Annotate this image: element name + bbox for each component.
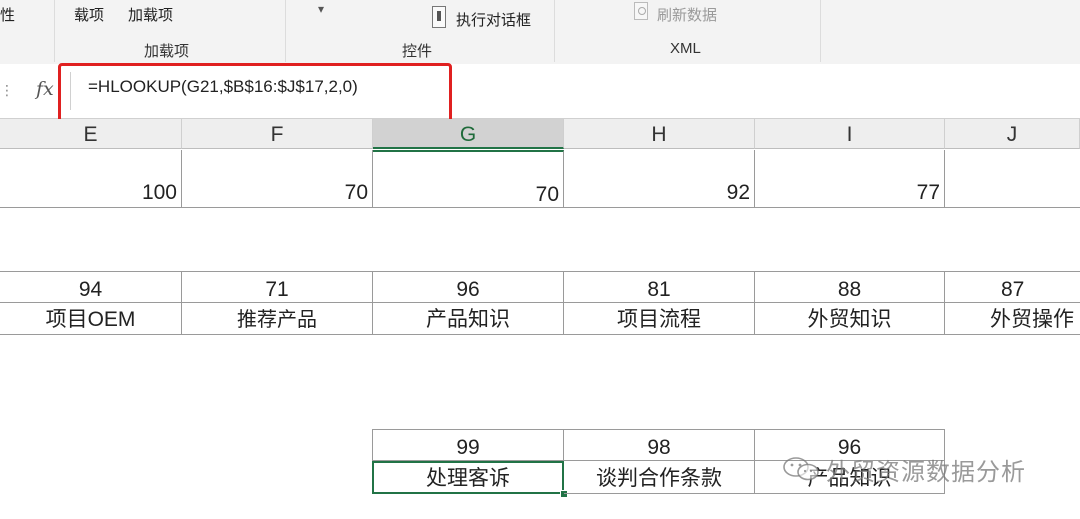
column-header-f[interactable]: F xyxy=(182,119,373,149)
ribbon-separator xyxy=(285,0,286,62)
cell-g-top[interactable]: 70 xyxy=(373,150,564,208)
result-score-cell[interactable]: 99 xyxy=(372,429,564,461)
wechat-icon xyxy=(783,457,819,481)
ribbon-load-item[interactable]: 载项 xyxy=(74,4,104,25)
cell-e-top[interactable]: 100 xyxy=(0,150,182,208)
table-score-cell[interactable]: 81 xyxy=(564,271,755,303)
table-name-cell[interactable]: 产品知识 xyxy=(373,303,564,335)
refresh-icon xyxy=(634,2,648,20)
ribbon-addins-item[interactable]: 加载项 xyxy=(128,4,173,25)
column-header-j[interactable]: J xyxy=(945,119,1080,149)
result-name-cell[interactable]: 谈判合作条款 xyxy=(564,461,755,494)
watermark-text: 外贸资源数据分析 xyxy=(826,459,1026,486)
column-header-h[interactable]: H xyxy=(564,119,755,149)
cell-h-top[interactable]: 92 xyxy=(564,150,755,208)
cell-j-top[interactable] xyxy=(945,150,1080,208)
table-name-cell[interactable]: 项目OEM xyxy=(0,303,182,335)
table-score-cell[interactable]: 88 xyxy=(755,271,945,303)
active-cell-g21[interactable]: 处理客诉 xyxy=(372,461,564,494)
ribbon-partial-item[interactable]: 性 xyxy=(0,4,15,25)
table-name-cell[interactable]: 推荐产品 xyxy=(182,303,373,335)
table-name-cell[interactable]: 外贸操作 xyxy=(945,303,1080,335)
group-label-addins: 加载项 xyxy=(144,43,190,60)
group-label-controls: 控件 xyxy=(402,43,433,60)
cell-i-top[interactable]: 77 xyxy=(755,150,945,208)
fx-icon[interactable]: fx xyxy=(36,78,54,100)
ribbon-separator xyxy=(554,0,555,62)
column-header-e[interactable]: E xyxy=(0,119,182,149)
namebox-dropdown-icon[interactable]: ⋮ xyxy=(0,82,14,99)
run-dialog-icon xyxy=(432,6,446,28)
run-dialog-button[interactable]: 执行对话框 xyxy=(456,9,531,30)
table-score-cell[interactable]: 87 xyxy=(945,271,1080,303)
chevron-down-icon[interactable]: ▾ xyxy=(318,2,324,16)
ribbon-separator xyxy=(820,0,821,62)
formula-highlight-box xyxy=(58,63,452,126)
ribbon-separator xyxy=(54,0,55,62)
column-header-g[interactable]: G xyxy=(373,119,564,149)
refresh-data-button[interactable]: 刷新数据 xyxy=(657,4,717,25)
ribbon: 性 载项 加载项 加载项 ▾ 执行对话框 控件 刷新数据 XML xyxy=(0,0,1080,65)
result-score-cell[interactable]: 98 xyxy=(564,429,755,461)
table-score-cell[interactable]: 96 xyxy=(373,271,564,303)
group-label-xml: XML xyxy=(670,40,701,57)
cell-f-top[interactable]: 70 xyxy=(182,150,373,208)
table-name-cell[interactable]: 外贸知识 xyxy=(755,303,945,335)
table-name-cell[interactable]: 项目流程 xyxy=(564,303,755,335)
table-score-cell[interactable]: 94 xyxy=(0,271,182,303)
column-header-i[interactable]: I xyxy=(755,119,945,149)
table-score-cell[interactable]: 71 xyxy=(182,271,373,303)
